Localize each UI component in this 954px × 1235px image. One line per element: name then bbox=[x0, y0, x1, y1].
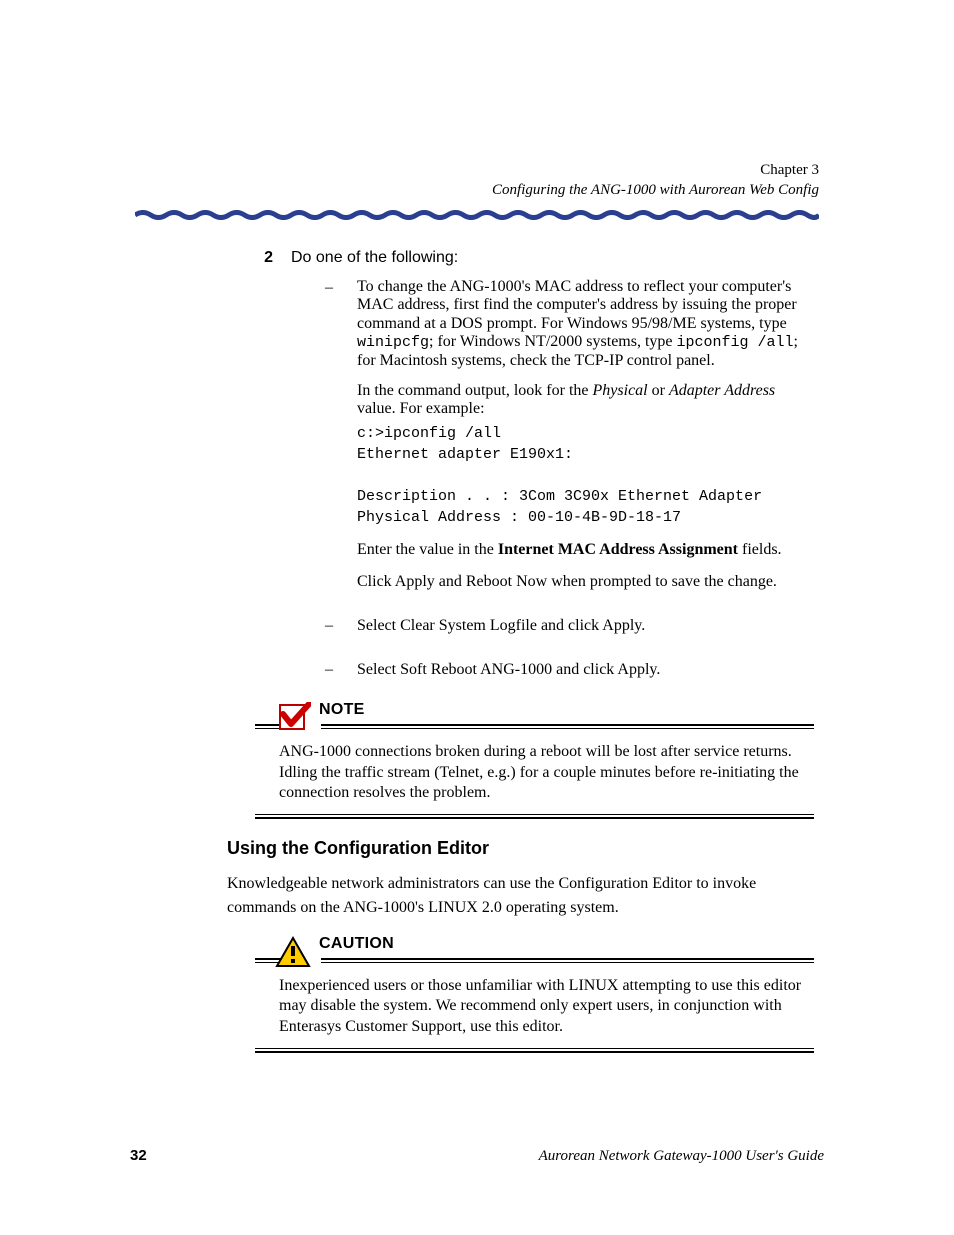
bullet-1-body: To change the ANG-1000's MAC address to … bbox=[357, 278, 814, 604]
bullet-3: – Select Soft Reboot ANG-1000 and click … bbox=[325, 660, 814, 680]
note-label: NOTE bbox=[315, 700, 365, 720]
step-number: 2 bbox=[255, 248, 273, 268]
chapter-label: Chapter 3 bbox=[492, 160, 819, 180]
section-heading-config-editor: Using the Configuration Editor bbox=[227, 837, 814, 860]
bullet-dash: – bbox=[325, 660, 339, 680]
bullet-2: – Select Clear System Logfile and click … bbox=[325, 616, 814, 648]
bullet-dash: – bbox=[325, 278, 339, 604]
code-ipconfig: ipconfig /all bbox=[677, 334, 794, 351]
bullet-3-body: Select Soft Reboot ANG-1000 and click Ap… bbox=[357, 660, 814, 680]
italic-physical: Physical bbox=[593, 382, 648, 399]
text: ; for Windows NT/2000 systems, type bbox=[429, 333, 677, 350]
text: or bbox=[648, 382, 669, 399]
step-text: Do one of the following: bbox=[291, 248, 814, 268]
note-block: NOTE ANG-1000 connections broken during … bbox=[255, 700, 814, 815]
text: To change the ANG-1000's MAC address to … bbox=[357, 278, 797, 332]
page-number: 32 bbox=[130, 1147, 147, 1164]
text: Select Soft Reboot ANG-1000 and click Ap… bbox=[357, 660, 814, 680]
page: Chapter 3 Configuring the ANG-1000 with … bbox=[0, 0, 954, 1235]
caution-body: Inexperienced users or those unfamiliar … bbox=[255, 970, 814, 1048]
text: fields. bbox=[738, 541, 782, 558]
footer-title: Aurorean Network Gateway-1000 User's Gui… bbox=[539, 1148, 824, 1165]
bullet-1: – To change the ANG-1000's MAC address t… bbox=[325, 278, 814, 604]
checkmark-icon bbox=[275, 702, 311, 734]
code-winipcfg: winipcfg bbox=[357, 334, 429, 351]
note-body: ANG-1000 connections broken during a reb… bbox=[255, 736, 814, 814]
sub-bullet-list: – To change the ANG-1000's MAC address t… bbox=[325, 278, 814, 680]
decorative-wave-rule bbox=[135, 210, 819, 220]
caution-label: CAUTION bbox=[315, 934, 394, 954]
italic-adapter-address: Adapter Address bbox=[669, 382, 775, 399]
code-block-ipconfig-output: c:>ipconfig /all Ethernet adapter E190x1… bbox=[357, 423, 814, 528]
text: Click Apply and Reboot Now when prompted… bbox=[357, 572, 814, 592]
page-footer: 32 Aurorean Network Gateway-1000 User's … bbox=[130, 1147, 824, 1165]
warning-triangle-icon bbox=[275, 936, 311, 968]
step-2: 2 Do one of the following: bbox=[255, 248, 814, 268]
text: Select Clear System Logfile and click Ap… bbox=[357, 616, 814, 636]
text: In the command output, look for the bbox=[357, 382, 593, 399]
content-column: 2 Do one of the following: – To change t… bbox=[255, 248, 814, 1067]
bullet-dash: – bbox=[325, 616, 339, 648]
bullet-2-body: Select Clear System Logfile and click Ap… bbox=[357, 616, 814, 648]
bold-mac-field: Internet MAC Address Assignment bbox=[498, 541, 738, 558]
text: value. For example: bbox=[357, 400, 485, 417]
section-paragraph: Knowledgeable network administrators can… bbox=[227, 872, 814, 920]
text: Enter the value in the bbox=[357, 541, 498, 558]
chapter-subtitle: Configuring the ANG-1000 with Aurorean W… bbox=[492, 180, 819, 200]
caution-block: CAUTION Inexperienced users or those unf… bbox=[255, 934, 814, 1049]
running-header: Chapter 3 Configuring the ANG-1000 with … bbox=[492, 160, 819, 201]
